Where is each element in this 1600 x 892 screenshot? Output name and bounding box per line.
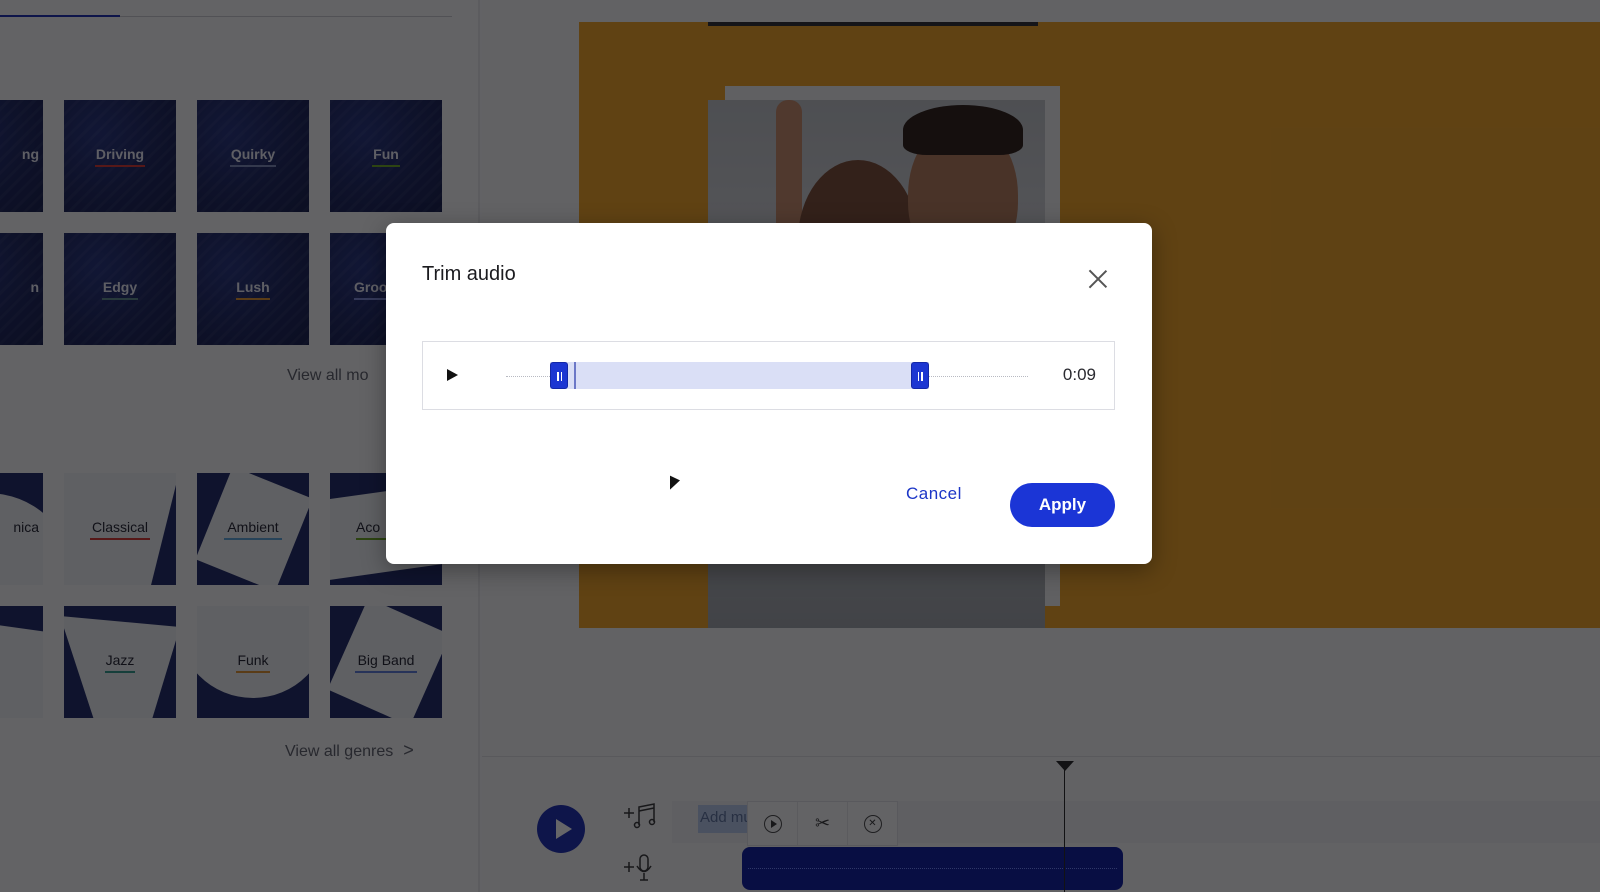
trim-playhead [573, 362, 576, 389]
close-icon[interactable] [1086, 267, 1110, 291]
trim-start-handle[interactable] [550, 362, 569, 389]
cancel-button[interactable]: Cancel [906, 484, 962, 504]
trim-panel: 0:09 [422, 341, 1115, 410]
trim-selection[interactable] [550, 362, 929, 389]
trim-end-handle[interactable] [910, 362, 929, 389]
dialog-title: Trim audio [422, 263, 516, 285]
play-icon[interactable] [445, 368, 461, 384]
trim-audio-dialog: Trim audio 0:09 Cancel Apply [386, 223, 1152, 564]
trim-duration: 0:09 [1062, 365, 1096, 384]
apply-button[interactable]: Apply [1010, 483, 1115, 527]
